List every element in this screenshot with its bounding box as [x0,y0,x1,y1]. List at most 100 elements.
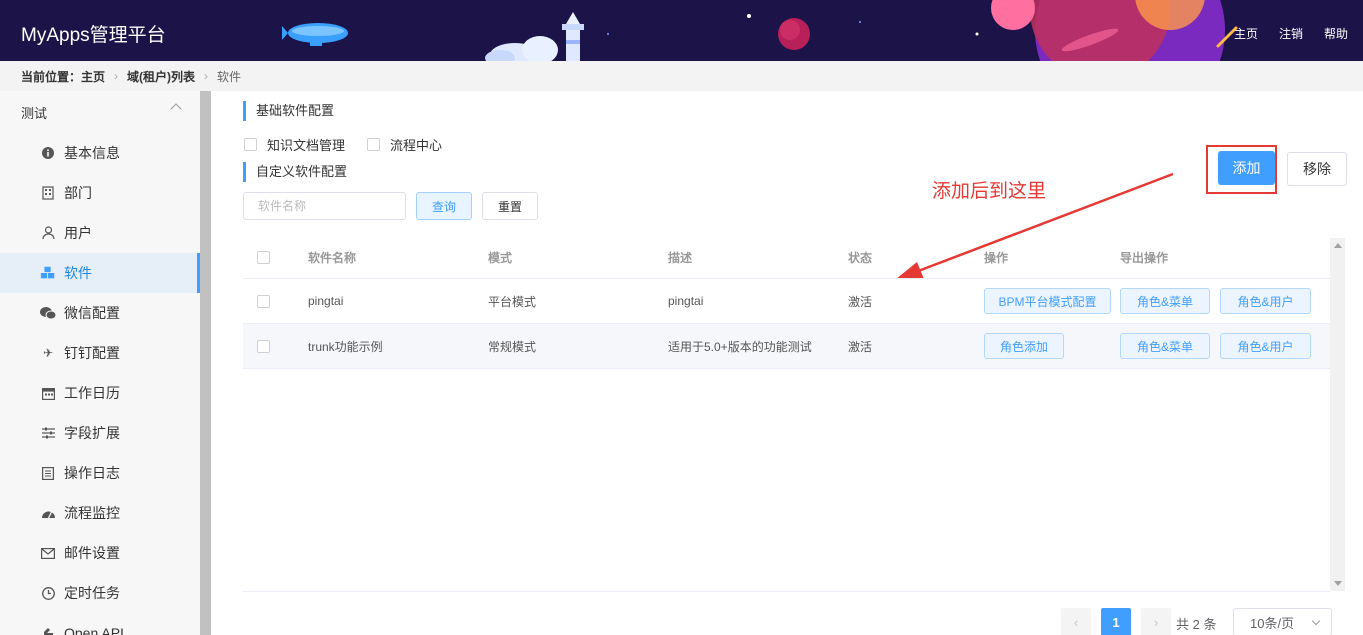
sidebar-item-department[interactable]: 部门 [0,173,200,213]
checkbox-label: 知识文档管理 [267,138,346,153]
custom-software-title: 自定义软件配置 [243,162,347,182]
breadcrumb-home[interactable]: 当前位置：主页 [21,68,105,85]
breadcrumb: 当前位置：主页 › 域(租户)列表 › 软件 [0,61,1363,91]
sidebar-item-label: 操作日志 [64,465,120,481]
table-vertical-scrollbar[interactable] [1330,238,1345,591]
table-row[interactable]: pingtai 平台模式 pingtai 激活 BPM平台模式配置 角色&菜单 … [243,279,1330,324]
add-button[interactable]: 添加 [1218,151,1275,185]
api-icon [40,625,56,635]
col-header-operation: 操作 [984,250,1009,265]
row-select-cell [257,279,270,323]
chevron-right-icon: › [204,69,209,83]
cell-status: 激活 [848,339,873,354]
breadcrumb-current: 软件 [217,69,242,84]
sidebar: 测试 基本信息 部门 用户 软件 微信配置 ✈ 钉钉配置 工作日历 字段扩展 操… [0,91,200,635]
sidebar-item-label: 工作日历 [64,385,120,401]
cell-name: trunk功能示例 [308,339,383,354]
page-number-current[interactable]: 1 [1101,608,1131,635]
cell-desc: pingtai [668,294,704,308]
home-link[interactable]: 主页 [1234,25,1258,42]
breadcrumb-domain-list[interactable]: 域(租户)列表 [127,68,195,85]
cubes-icon [40,265,56,281]
export-role-user-button[interactable]: 角色&用户 [1220,288,1311,314]
col-header-export: 导出操作 [1120,250,1169,265]
cell-desc: 适用于5.0+版本的功能测试 [668,339,812,354]
query-button[interactable]: 查询 [416,192,472,220]
sidebar-item-dingtalk[interactable]: ✈ 钉钉配置 [0,333,200,373]
bpm-config-button[interactable]: BPM平台模式配置 [984,288,1111,314]
sidebar-item-software[interactable]: 软件 [0,253,200,293]
main-content: 基础软件配置 知识文档管理 流程中心 自定义软件配置 查询 重置 添加后到这里 … [211,91,1363,635]
cell-mode: 常规模式 [488,339,537,354]
logout-link[interactable]: 注销 [1279,25,1303,42]
page-size-value: 10条/页 [1250,615,1295,631]
checkbox-box[interactable] [367,138,381,151]
checkbox-box[interactable] [244,138,257,151]
dashboard-icon [40,505,56,521]
table-header-row: 软件名称 模式 描述 状态 操作 导出操作 [243,236,1330,279]
table-row[interactable]: trunk功能示例 常规模式 适用于5.0+版本的功能测试 激活 角色添加 角色… [243,324,1330,369]
sidebar-item-label: 邮件设置 [64,545,120,561]
info-icon [40,145,56,161]
top-header: MyApps管理平台 主页 注销 帮助 [0,0,1363,61]
sidebar-scrollbar[interactable] [200,91,211,635]
col-header-mode: 模式 [488,250,513,265]
building-icon [40,185,56,201]
next-page-button[interactable]: › [1141,608,1171,635]
sliders-icon [40,425,56,441]
table-divider [243,591,1330,592]
checkbox-label: 流程中心 [390,138,443,153]
sidebar-item-field-extension[interactable]: 字段扩展 [0,413,200,453]
sidebar-item-calendar[interactable]: 工作日历 [0,373,200,413]
sidebar-item-label: 微信配置 [64,305,120,321]
select-all-checkbox[interactable] [257,250,270,264]
chevron-right-icon: › [114,69,119,83]
sidebar-item-label: 部门 [64,185,92,201]
scroll-down-icon[interactable] [1334,581,1342,586]
sidebar-item-label: 用户 [64,225,92,241]
export-role-user-button[interactable]: 角色&用户 [1220,333,1311,359]
col-header-status: 状态 [848,250,873,265]
export-role-menu-button[interactable]: 角色&菜单 [1120,333,1210,359]
pagination-total: 共 2 条 [1176,617,1217,632]
prev-page-button[interactable]: ‹ [1061,608,1091,635]
software-name-search-input[interactable] [243,192,406,220]
sidebar-item-wechat[interactable]: 微信配置 [0,293,200,333]
sidebar-item-operation-log[interactable]: 操作日志 [0,453,200,493]
remove-button[interactable]: 移除 [1287,152,1347,186]
sidebar-item-label: 字段扩展 [64,425,120,441]
sidebar-item-mail-settings[interactable]: 邮件设置 [0,533,200,573]
space-illustration [282,0,1238,61]
wechat-icon [40,305,56,321]
sidebar-item-process-monitor[interactable]: 流程监控 [0,493,200,533]
sidebar-item-label: 流程监控 [64,505,120,521]
help-link[interactable]: 帮助 [1324,25,1348,42]
checkbox-process-center[interactable]: 流程中心 [367,135,442,154]
col-header-name: 软件名称 [308,250,357,265]
software-table: 软件名称 模式 描述 状态 操作 导出操作 pingtai 平台模式 pingt… [243,236,1330,369]
sidebar-item-label: 基本信息 [64,145,120,161]
cell-status: 激活 [848,294,873,309]
cell-mode: 平台模式 [488,294,537,309]
user-icon [40,225,56,241]
select-all-cell [257,236,270,278]
sidebar-item-user[interactable]: 用户 [0,213,200,253]
sidebar-item-label: 软件 [64,265,92,281]
log-icon [40,465,56,481]
page-size-select[interactable]: 10条/页 [1233,608,1332,635]
sidebar-item-scheduled-tasks[interactable]: 定时任务 [0,573,200,613]
sidebar-item-basic-info[interactable]: 基本信息 [0,133,200,173]
sidebar-item-label: Open API [64,625,124,635]
row-checkbox[interactable] [257,339,270,353]
scroll-up-icon[interactable] [1334,243,1342,248]
reset-button[interactable]: 重置 [482,192,538,220]
export-role-menu-button[interactable]: 角色&菜单 [1120,288,1210,314]
row-checkbox[interactable] [257,294,270,308]
sidebar-group-test[interactable]: 测试 [0,91,200,133]
sidebar-item-open-api[interactable]: Open API [0,613,200,635]
sidebar-item-label: 定时任务 [64,585,120,601]
role-add-button[interactable]: 角色添加 [984,333,1064,359]
clock-icon [40,585,56,601]
checkbox-knowledge-doc[interactable]: 知识文档管理 [244,135,345,154]
chevron-down-icon [1311,616,1321,626]
